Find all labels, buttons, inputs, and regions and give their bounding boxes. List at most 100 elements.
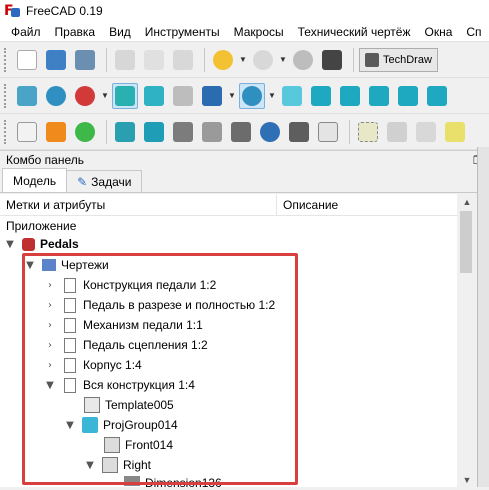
expand-arrow-icon[interactable]: › xyxy=(44,360,56,371)
tree-item-page[interactable]: › Механизм педали 1:1 xyxy=(44,315,203,335)
view-front-button[interactable] xyxy=(308,83,334,109)
clip-add-button[interactable] xyxy=(384,119,410,145)
toolbar-separator xyxy=(204,47,205,72)
refresh-button[interactable] xyxy=(290,47,316,73)
section-view-button[interactable] xyxy=(199,119,225,145)
tree-item-template[interactable]: Template005 xyxy=(84,395,174,415)
zoom-dropdown-icon[interactable]: ▼ xyxy=(268,91,276,100)
spreadsheet-icon xyxy=(318,121,338,142)
draw-style-dropdown-icon[interactable]: ▼ xyxy=(101,91,109,100)
scroll-down-icon[interactable]: ▼ xyxy=(457,475,477,485)
open-button[interactable] xyxy=(43,47,69,73)
menu-tools[interactable]: Инструменты xyxy=(138,25,227,39)
view-zoom-button[interactable] xyxy=(239,82,265,109)
tree-item-page[interactable]: › Педаль в разрезе и полностью 1:2 xyxy=(44,295,275,315)
page-icon xyxy=(64,297,76,313)
clip-remove-icon xyxy=(416,121,436,142)
front-cube-icon xyxy=(311,85,331,106)
menu-macros[interactable]: Макросы xyxy=(227,25,291,39)
tree-item-page[interactable]: › Корпус 1:4 xyxy=(44,355,142,375)
clip-remove-button[interactable] xyxy=(413,119,439,145)
draft-view-button[interactable] xyxy=(257,119,283,145)
tree-item-page[interactable]: ▼ Вся конструкция 1:4 xyxy=(44,375,195,395)
insert-view-button[interactable] xyxy=(112,119,138,145)
tree-item-group[interactable]: ▼ Чертежи xyxy=(24,255,109,275)
bounding-box-button[interactable] xyxy=(112,82,138,109)
tree-item-page[interactable]: › Педаль сцепления 1:2 xyxy=(44,335,208,355)
bottom-cube-icon xyxy=(427,85,447,106)
save-button[interactable] xyxy=(72,47,98,73)
undo-button[interactable] xyxy=(210,47,236,73)
expand-arrow-icon[interactable]: › xyxy=(44,320,56,331)
whats-this-button[interactable] xyxy=(319,47,345,73)
insert-template-button[interactable] xyxy=(43,119,69,145)
fit-selection-button[interactable] xyxy=(43,83,69,109)
toolbar-file-edit: ▼ ▼ TechDraw xyxy=(0,42,489,78)
tree-item-view[interactable]: Front014 xyxy=(104,435,173,455)
collapse-arrow-icon[interactable]: ▼ xyxy=(84,460,96,471)
projection-group-button[interactable] xyxy=(170,119,196,145)
toolbar-grip[interactable] xyxy=(4,119,8,144)
redraw-button[interactable] xyxy=(72,119,98,145)
tab-model[interactable]: Модель xyxy=(2,168,68,192)
scroll-thumb[interactable] xyxy=(460,211,472,273)
view-bottom-button[interactable] xyxy=(424,83,450,109)
scroll-up-icon[interactable]: ▲ xyxy=(457,194,477,211)
view-rear-button[interactable] xyxy=(395,83,421,109)
tab-tasks[interactable]: ✎ Задачи xyxy=(66,170,143,192)
redo-button[interactable] xyxy=(250,47,276,73)
copy-button[interactable] xyxy=(141,47,167,73)
expand-arrow-icon[interactable]: › xyxy=(44,340,56,351)
tree-item-projgroup[interactable]: ▼ ProjGroup014 xyxy=(64,415,178,435)
collapse-arrow-icon[interactable]: ▼ xyxy=(64,420,76,431)
menu-file[interactable]: Файл xyxy=(4,25,48,39)
menu-edit[interactable]: Правка xyxy=(48,25,103,39)
redo-dropdown-icon[interactable]: ▼ xyxy=(279,55,287,64)
expand-arrow-icon[interactable]: › xyxy=(44,280,56,291)
detail-view-button[interactable] xyxy=(228,119,254,145)
tree-item-page[interactable]: › Конструкция педали 1:2 xyxy=(44,275,216,295)
column-header-labels[interactable]: Метки и атрибуты xyxy=(0,194,277,215)
collapse-arrow-icon[interactable]: ▼ xyxy=(24,260,36,271)
paste-icon xyxy=(173,49,193,70)
group-label: Чертежи xyxy=(61,258,109,272)
menu-windows[interactable]: Окна xyxy=(418,25,460,39)
annotation-button[interactable] xyxy=(442,119,468,145)
tree-item-view[interactable]: ▼ Right xyxy=(84,455,151,475)
menu-techdraw[interactable]: Технический чертёж xyxy=(291,25,418,39)
template-label: Template005 xyxy=(105,398,174,412)
toolbar-grip[interactable] xyxy=(4,47,8,72)
back-button[interactable] xyxy=(141,83,167,109)
expand-arrow-icon[interactable]: › xyxy=(44,300,56,311)
toolbar-grip[interactable] xyxy=(4,83,8,108)
cut-button[interactable] xyxy=(112,47,138,73)
symbol-button[interactable] xyxy=(286,119,312,145)
fit-all-button[interactable] xyxy=(14,83,40,109)
part-dropdown-icon[interactable]: ▼ xyxy=(228,91,236,100)
tree-item-document[interactable]: ▼ Pedals xyxy=(4,234,79,254)
menu-help[interactable]: Сп xyxy=(459,25,488,39)
view-right-button[interactable] xyxy=(366,83,392,109)
draw-style-button[interactable] xyxy=(72,83,98,109)
paste-button[interactable] xyxy=(170,47,196,73)
view-top-button[interactable] xyxy=(337,83,363,109)
clip-group-button[interactable] xyxy=(355,119,381,145)
view-isometric-button[interactable] xyxy=(279,83,305,109)
page-label: Корпус 1:4 xyxy=(83,358,142,372)
column-header-description[interactable]: Описание xyxy=(277,194,344,215)
insert-page-button[interactable] xyxy=(14,119,40,145)
std-part-icon xyxy=(202,85,222,106)
workbench-link-button[interactable] xyxy=(199,83,225,109)
tree-item-dimension[interactable]: Dimension136 xyxy=(124,476,222,490)
active-view-button[interactable] xyxy=(141,119,167,145)
tree-view[interactable]: Метки и атрибуты Описание Приложение ▼ P… xyxy=(0,194,477,490)
menu-view[interactable]: Вид xyxy=(102,25,138,39)
forward-button[interactable] xyxy=(170,83,196,109)
workbench-selector[interactable]: TechDraw xyxy=(359,47,438,72)
tree-scrollbar[interactable]: ▲ ▼ xyxy=(457,194,477,487)
collapse-arrow-icon[interactable]: ▼ xyxy=(4,239,16,250)
collapse-arrow-icon[interactable]: ▼ xyxy=(44,380,56,391)
new-document-button[interactable] xyxy=(14,47,40,73)
spreadsheet-view-button[interactable] xyxy=(315,119,341,145)
undo-dropdown-icon[interactable]: ▼ xyxy=(239,55,247,64)
